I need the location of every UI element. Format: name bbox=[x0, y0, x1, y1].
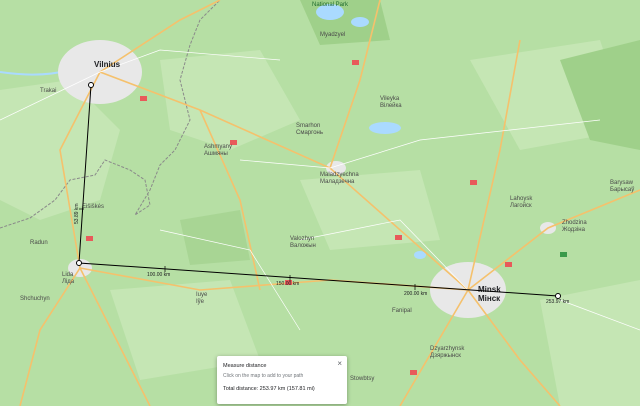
panel-title: Measure distance bbox=[223, 363, 267, 369]
measure-distance-panel: Measure distance × Click on the map to a… bbox=[217, 356, 347, 404]
city-label-myadzyel: Myadzyel bbox=[320, 32, 345, 38]
distance-label-200: 200.00 km bbox=[404, 291, 427, 297]
city-label-vileyka: Vileyka bbox=[380, 96, 400, 102]
distance-label-150: 150.00 km bbox=[276, 281, 299, 287]
distance-label-53: 53.89 km bbox=[74, 203, 80, 224]
lake bbox=[351, 17, 369, 27]
total-distance: Total distance: 253.97 km (157.81 mi) bbox=[223, 386, 315, 392]
city-label-lida: Lida bbox=[62, 272, 74, 278]
city-label-vilnius: Vilnius bbox=[94, 60, 121, 69]
city-label-smarhon-cyr: Смаргонь bbox=[296, 130, 323, 136]
city-label-stowbtsy: Stowbtsy bbox=[350, 376, 374, 382]
city-label-zhodzina-cyr: Жодзіна bbox=[562, 227, 586, 233]
city-label-fanipal: Fanipal bbox=[392, 308, 412, 314]
city-label-barysaw: Barysaw bbox=[610, 180, 634, 186]
city-label-valozhyn-cyr: Валожын bbox=[290, 243, 316, 249]
city-label-dzyarzhynsk-cyr: Дзяржынск bbox=[430, 353, 461, 359]
city-label-ashmyany-cyr: Ашмяны bbox=[204, 151, 228, 157]
measure-point-start[interactable] bbox=[88, 82, 94, 88]
city-label-minsk-cyr: Мінск bbox=[478, 294, 501, 303]
city-label-ivye: Iuye bbox=[196, 292, 208, 298]
city-label-vileyka-cyr: Вілейка bbox=[380, 102, 402, 109]
city-label-valozhyn: Valozhyn bbox=[290, 236, 314, 242]
map-canvas[interactable]: Vilnius Lida Ліда Minsk Мінск Maladzyech… bbox=[0, 0, 640, 406]
city-label-lahoysk-cyr: Лагойск bbox=[510, 202, 532, 209]
panel-hint: Click on the map to add to your path bbox=[223, 373, 304, 379]
city-label-shchuchyn: Shchuchyn bbox=[20, 296, 50, 302]
city-label-minsk: Minsk bbox=[478, 285, 501, 294]
close-icon[interactable]: × bbox=[337, 360, 342, 368]
city-label-smarhon: Smarhon bbox=[296, 123, 320, 129]
measure-point-end[interactable] bbox=[555, 293, 561, 299]
lake bbox=[369, 122, 401, 134]
city-label-maladzyechna-cyr: Маладзечна bbox=[320, 179, 355, 185]
city-label-trakai: Trakai bbox=[40, 88, 56, 94]
measure-point-mid[interactable] bbox=[76, 260, 82, 266]
park-label: National Park bbox=[312, 2, 349, 8]
forest-area bbox=[180, 210, 250, 265]
city-label-lida-cyr: Ліда bbox=[62, 279, 75, 285]
city-label-zhodzina: Zhodzina bbox=[562, 220, 587, 226]
distance-label-100: 100.00 km bbox=[147, 272, 170, 278]
city-label-ashmyany: Ashmyany bbox=[204, 144, 232, 150]
city-label-lahoysk: Lahoysk bbox=[510, 196, 533, 202]
city-label-radun: Radun bbox=[30, 240, 48, 246]
distance-label-end: 253.97 km bbox=[546, 299, 569, 305]
city-label-barysaw-cyr: Барысаў bbox=[610, 186, 634, 193]
city-label-ivye-cyr: Іўе bbox=[196, 298, 205, 305]
city-label-dzyarzhynsk: Dzyarzhynsk bbox=[430, 346, 465, 352]
city-label-maladzyechna: Maladzyechna bbox=[320, 172, 359, 178]
city-label-eisiskes: Eišiškės bbox=[82, 204, 104, 210]
